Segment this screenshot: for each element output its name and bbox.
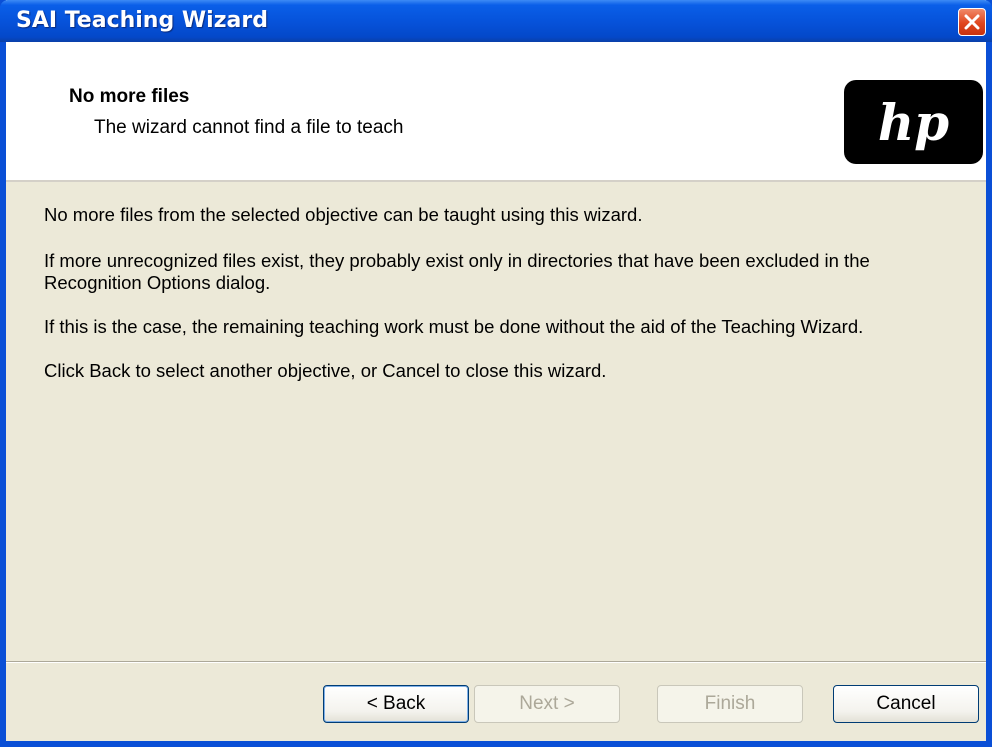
cancel-button[interactable]: Cancel <box>833 685 979 723</box>
message-paragraph: If this is the case, the remaining teach… <box>44 316 864 337</box>
message-paragraph: No more files from the selected objectiv… <box>44 204 643 225</box>
page-subtitle: The wizard cannot find a file to teach <box>94 117 404 138</box>
close-button[interactable] <box>958 8 986 36</box>
wizard-window: SAI Teaching Wizard No more files The wi… <box>0 0 992 747</box>
next-button[interactable]: Next > <box>474 685 620 723</box>
wizard-header: No more files The wizard cannot find a f… <box>6 42 986 182</box>
window-title: SAI Teaching Wizard <box>16 8 268 33</box>
finish-button[interactable]: Finish <box>657 685 803 723</box>
back-button[interactable]: < Back <box>323 685 469 723</box>
button-divider <box>6 661 986 663</box>
title-bar[interactable]: SAI Teaching Wizard <box>0 0 992 42</box>
page-title: No more files <box>69 86 190 107</box>
message-paragraph: If more unrecognized files exist, they p… <box>44 250 870 293</box>
wizard-message: No more files from the selected objectiv… <box>44 204 964 404</box>
hp-logo: hp <box>844 80 983 164</box>
close-icon <box>964 14 980 30</box>
message-paragraph: Click Back to select another objective, … <box>44 360 607 381</box>
hp-logo-text: hp <box>878 93 949 152</box>
